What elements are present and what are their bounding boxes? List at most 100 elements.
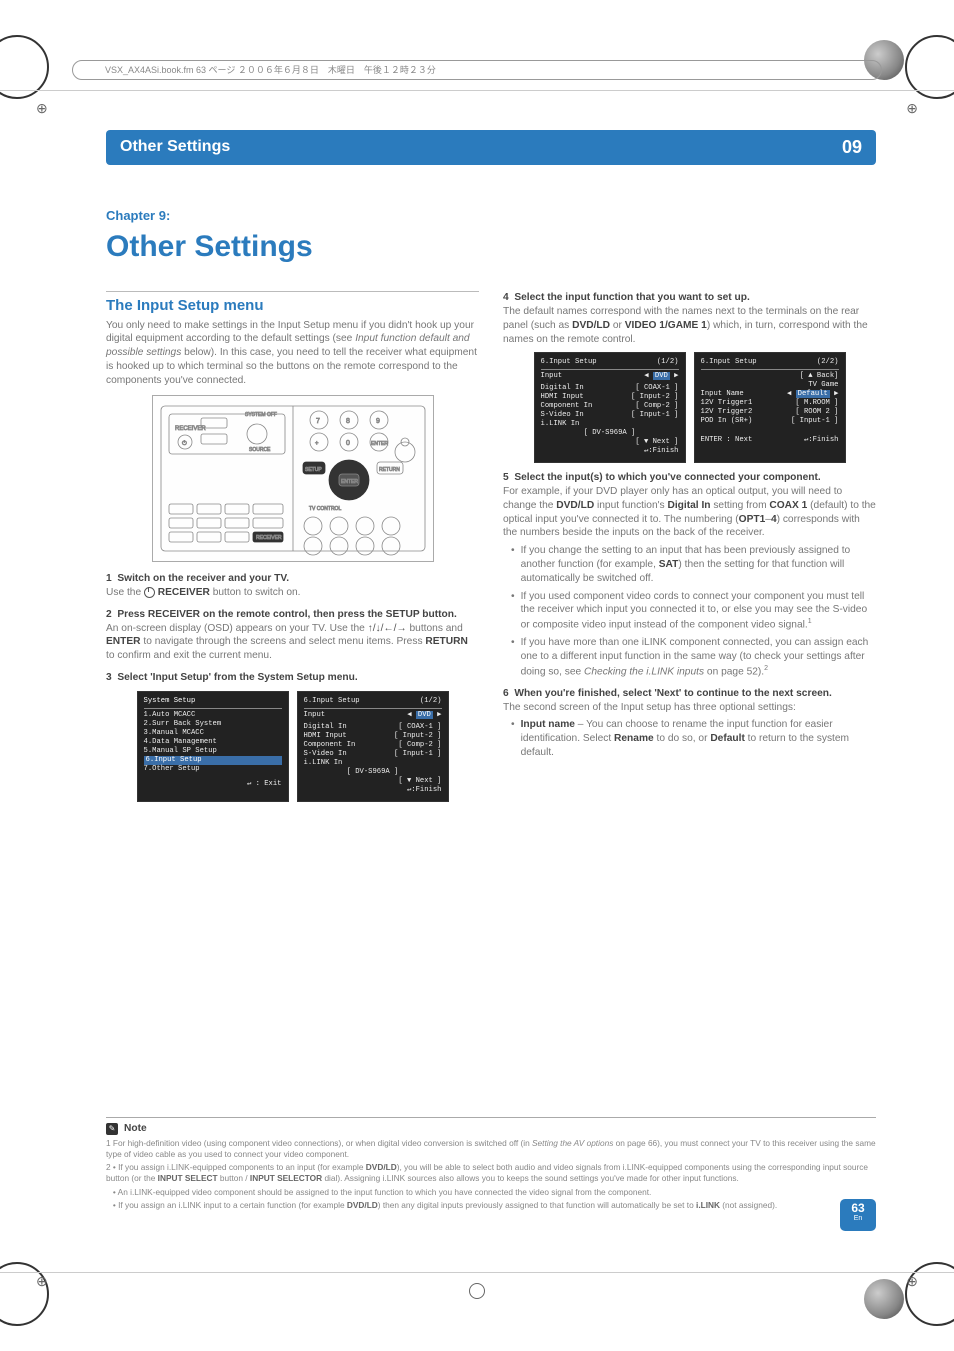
text-bold: VIDEO 1/GAME 1 [625, 320, 707, 331]
text-bold: COAX 1 [769, 500, 807, 511]
osd-page: (2/2) [817, 358, 839, 367]
text-bold: DVD/LD [347, 1200, 378, 1210]
osd-title: 6.Input Setup [701, 358, 757, 367]
note-header: ✎ Note [106, 1117, 876, 1136]
osd-value: DV-S969A [592, 429, 627, 437]
osd-next: [ ▼ Next ] [398, 777, 441, 786]
osd-label: HDMI Input [541, 393, 584, 402]
text: button to switch on. [210, 587, 301, 598]
svg-text:RECEIVER: RECEIVER [256, 535, 282, 541]
osd-value: Input-2 [640, 393, 670, 401]
bullet-4: • Input name – You can choose to rename … [511, 718, 876, 759]
two-columns: The Input Setup menu You only need to ma… [106, 291, 876, 809]
section-bar: Other Settings 09 [106, 130, 876, 165]
osd-input-setup-1: 6.Input Setup(1/2) Input◀ DVD ▶ Digital … [297, 691, 449, 802]
svg-text:0: 0 [346, 440, 350, 447]
bullet-dot: • [511, 544, 515, 585]
text: If you used component video cords to con… [521, 591, 868, 631]
svg-text:SOURCE: SOURCE [249, 447, 271, 453]
decorative-sphere [864, 1279, 904, 1319]
text: dial). Assigning i.LINK sources also all… [322, 1173, 739, 1183]
heading-input-setup: The Input Setup menu [106, 296, 479, 316]
text-italic: Checking the i.LINK inputs [584, 666, 704, 677]
osd-item: 7.Other Setup [144, 765, 282, 774]
note-icon: ✎ [106, 1123, 118, 1135]
rule [106, 291, 479, 292]
arrow-icons: ↑/↓/←/→ [368, 623, 407, 634]
osd-label: Input Name [701, 390, 744, 399]
osd-input-setup-1b: 6.Input Setup(1/2) Input◀ DVD ▶ Digital … [534, 352, 686, 463]
content-area: Other Settings 09 Chapter 9: Other Setti… [106, 130, 876, 1231]
note-1: 1 For high-definition video (using compo… [106, 1138, 876, 1160]
bullet-dot: • [511, 590, 515, 633]
text-bold: DVD/LD [366, 1162, 397, 1172]
intro-paragraph: You only need to make settings in the In… [106, 319, 479, 388]
text: on page 52). [704, 666, 764, 677]
text: input function's [594, 500, 667, 511]
text: to confirm and exit the current menu. [106, 650, 272, 661]
step-number: 1 [106, 573, 112, 584]
text-bold: DVD/LD [572, 320, 610, 331]
osd-title: 6.Input Setup [304, 697, 360, 706]
step-title: Press RECEIVER on the remote control, th… [117, 609, 456, 620]
svg-text:8: 8 [346, 418, 350, 425]
crop-line [0, 1272, 954, 1273]
step-1-body: Use the RECEIVER button to switch on. [106, 586, 479, 600]
text: ) then any digital inputs previously ass… [378, 1200, 696, 1210]
note-section: ✎ Note 1 For high-definition video (usin… [106, 1103, 876, 1211]
text-bold: OPT1 [739, 514, 766, 525]
power-icon [144, 587, 155, 598]
step-2-body: An on-screen display (OSD) appears on yo… [106, 622, 479, 663]
osd-label: 12V Trigger2 [701, 408, 753, 417]
text: (not assigned). [720, 1200, 777, 1210]
osd-label: Digital In [304, 723, 347, 732]
osd-value: ROOM 2 [804, 408, 830, 416]
bullet-text: If you used component video cords to con… [521, 590, 876, 633]
svg-text:7: 7 [316, 418, 320, 425]
note-label: Note [124, 1122, 147, 1136]
osd-row-1: System Setup 1.Auto MCACC 2.Surr Back Sy… [106, 691, 479, 802]
osd-item: 4.Data Management [144, 738, 282, 747]
text-bold: ENTER [106, 636, 141, 647]
text: button / [218, 1173, 250, 1183]
osd-item-selected: 6.Input Setup [144, 756, 282, 765]
svg-text:RETURN: RETURN [379, 467, 400, 473]
crop-line [0, 90, 954, 91]
svg-text:+: + [315, 441, 319, 447]
osd-back: [ ▲ Back] [800, 372, 839, 380]
osd-finish: :Finish [808, 436, 838, 444]
note-3: • An i.LINK-equipped video component sho… [106, 1187, 876, 1198]
step-3: 3 Select 'Input Setup' from the System S… [106, 671, 479, 685]
page: ⊕ ⊕ ⊕ ⊕ VSX_AX4ASi.book.fm 63 ページ ２００６年６… [0, 0, 954, 1351]
osd-system-setup: System Setup 1.Auto MCACC 2.Surr Back Sy… [137, 691, 289, 802]
text-bold: Input name [521, 719, 575, 730]
bullet-3: • If you have more than one iLINK compon… [511, 636, 876, 679]
bullet-dot: • [511, 718, 515, 759]
step-title: When you're finished, select 'Next' to c… [514, 688, 831, 699]
text: • If you assign an i.LINK input to a cer… [113, 1200, 347, 1210]
bullet-text: If you have more than one iLINK componen… [521, 636, 876, 679]
osd-finish: :Finish [411, 786, 441, 794]
osd-label: HDMI Input [304, 732, 347, 741]
bullet-text: If you change the setting to an input th… [521, 544, 876, 585]
osd-value: DVD [416, 711, 433, 719]
osd-value: Input-1 [403, 750, 433, 758]
text: to do so, or [654, 733, 711, 744]
osd-exit: : Exit [256, 780, 282, 788]
text-bold: Rename [614, 733, 654, 744]
text-bold: Digital In [667, 500, 710, 511]
text-bold: INPUT SELECTOR [250, 1173, 322, 1183]
step-title: Select 'Input Setup' from the System Set… [117, 672, 357, 683]
bullet-1: • If you change the setting to an input … [511, 544, 876, 585]
text-bold: DVD/LD [556, 500, 594, 511]
text: Use the [106, 587, 144, 598]
chapter-label: Chapter 9: [106, 207, 876, 225]
osd-label: Input [304, 711, 326, 720]
right-column: 4 Select the input function that you wan… [503, 291, 876, 809]
text: 1 For high-definition video (using compo… [106, 1138, 532, 1148]
osd-label: Component In [304, 741, 356, 750]
register-mark: ⊕ [906, 1272, 918, 1291]
page-badge: 63 En [840, 1199, 876, 1231]
section-title: Other Settings [120, 136, 230, 158]
note-4: • If you assign an i.LINK input to a cer… [106, 1200, 876, 1211]
